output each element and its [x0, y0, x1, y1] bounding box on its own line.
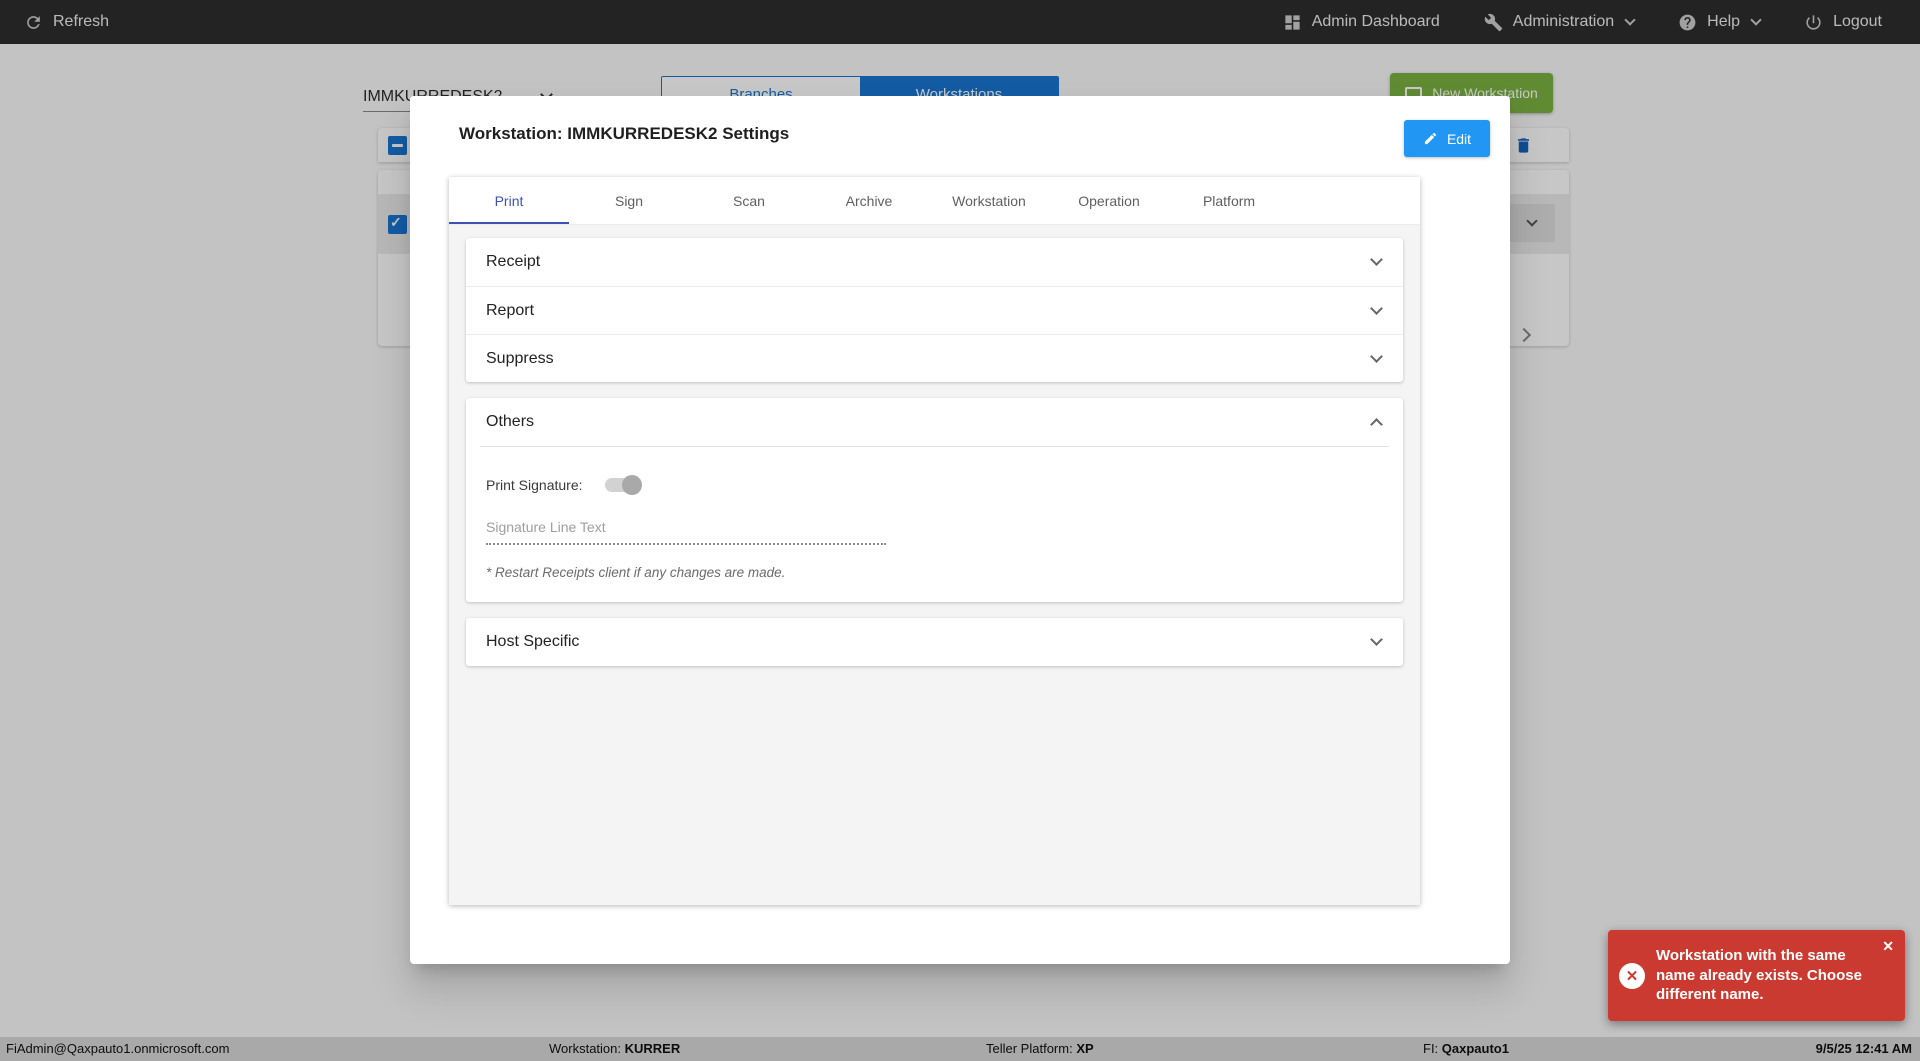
accordion-report[interactable]: Report — [466, 286, 1403, 334]
accordion-host-specific-label: Host Specific — [486, 633, 580, 650]
tab-print[interactable]: Print — [449, 177, 569, 224]
accordion-host-specific-card: Host Specific — [466, 618, 1403, 666]
accordion-receipt[interactable]: Receipt — [466, 238, 1403, 286]
chevron-down-icon — [1370, 301, 1383, 315]
tab-sign[interactable]: Sign — [569, 177, 689, 224]
accordion-others-card: Others Print Signature: * Restart Receip… — [466, 398, 1403, 602]
print-signature-toggle[interactable] — [604, 475, 642, 495]
dialog-title: Workstation: IMMKURREDESK2 Settings — [459, 124, 790, 143]
accordion-group-card: Receipt Report Suppress — [466, 238, 1403, 382]
chevron-down-icon — [1370, 349, 1383, 363]
chevron-up-icon — [1370, 418, 1383, 431]
workstation-settings-dialog: Workstation: IMMKURREDESK2 Settings Edit… — [410, 96, 1510, 964]
others-section-content: Print Signature: * Restart Receipts clie… — [466, 447, 1403, 602]
accordion-receipt-label: Receipt — [486, 253, 541, 270]
accordion-host-specific[interactable]: Host Specific — [466, 618, 1403, 666]
pencil-icon — [1424, 132, 1437, 145]
toast-message: Workstation with the same name already e… — [1656, 946, 1862, 1004]
tab-scan[interactable]: Scan — [689, 177, 809, 224]
settings-tabbar: Print Sign Scan Archive Workstation Oper… — [449, 177, 1420, 225]
restart-note: * Restart Receipts client if any changes… — [486, 565, 786, 580]
print-signature-label: Print Signature: — [486, 477, 583, 493]
tab-platform[interactable]: Platform — [1169, 177, 1289, 224]
tab-workstation[interactable]: Workstation — [929, 177, 1049, 224]
accordion-report-label: Report — [486, 301, 535, 319]
accordion-others[interactable]: Others — [466, 398, 1403, 446]
toggle-thumb — [621, 475, 642, 495]
error-icon: ✕ — [1619, 962, 1645, 989]
signature-line-text-input[interactable] — [486, 519, 886, 545]
application-window: Refresh Admin Dashboard Administration H… — [0, 0, 1920, 1061]
accordion-suppress-label: Suppress — [486, 349, 554, 367]
edit-button[interactable]: Edit — [1404, 120, 1490, 157]
accordion-others-label: Others — [486, 413, 535, 430]
tab-operation[interactable]: Operation — [1049, 177, 1169, 224]
chevron-down-icon — [1370, 633, 1383, 646]
edit-button-label: Edit — [1446, 130, 1472, 147]
close-icon[interactable]: ✕ — [1882, 939, 1894, 953]
settings-panel: Print Sign Scan Archive Workstation Oper… — [449, 177, 1420, 905]
chevron-down-icon — [1370, 253, 1383, 266]
print-tab-content: Receipt Report Suppress Others Print Sig… — [449, 225, 1420, 695]
accordion-suppress[interactable]: Suppress — [466, 334, 1403, 382]
error-toast: ✕ Workstation with the same name already… — [1608, 930, 1905, 1021]
tab-archive[interactable]: Archive — [809, 177, 929, 224]
